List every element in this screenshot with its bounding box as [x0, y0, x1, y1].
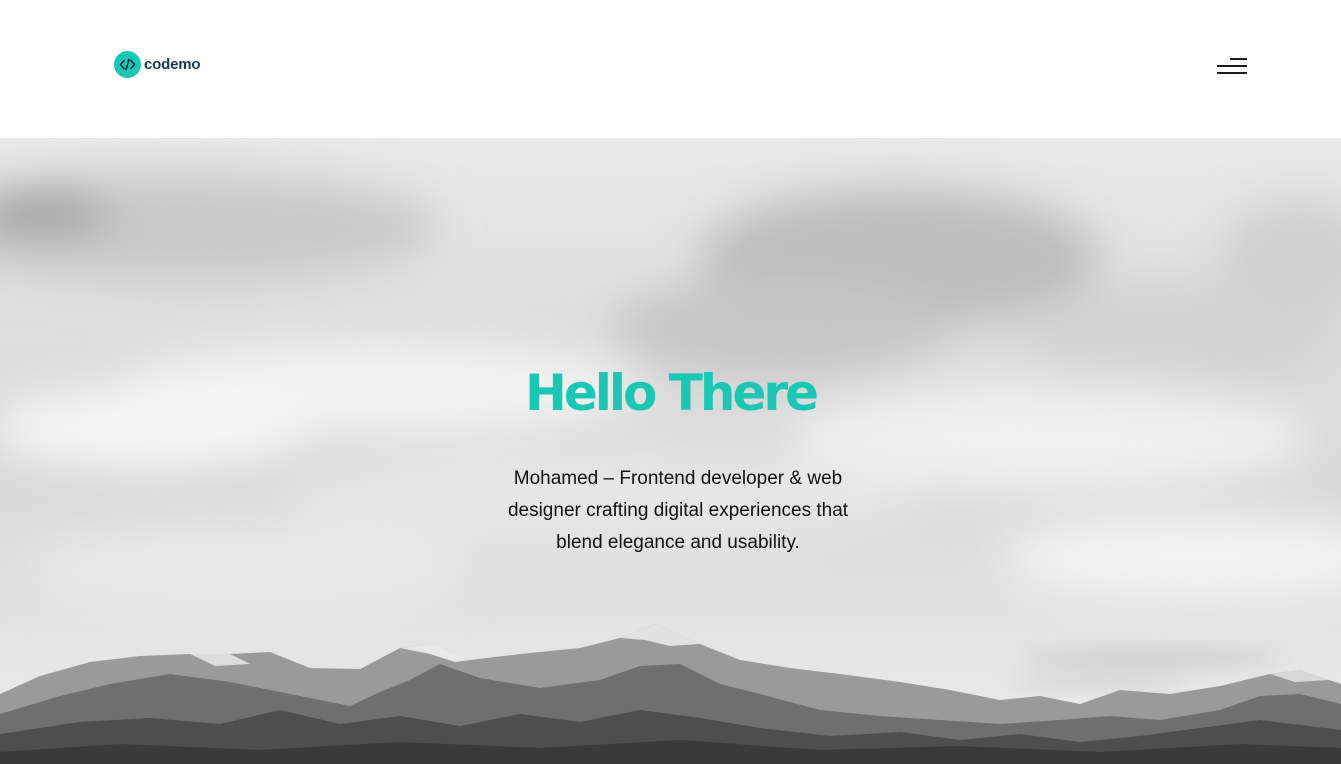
site-header: codemo [0, 0, 1341, 138]
hero-description: Mohamed – Frontend developer & web desig… [507, 468, 849, 553]
code-brackets-icon [114, 51, 141, 78]
menu-button[interactable] [1213, 54, 1251, 78]
hero-section: Hello There Mohamed – Frontend developer… [0, 138, 1341, 764]
hero-title: Hello There [525, 364, 819, 422]
logo-link[interactable]: codemo [114, 51, 201, 78]
mountain-range [0, 624, 1341, 764]
logo-text: codemo [144, 56, 201, 73]
